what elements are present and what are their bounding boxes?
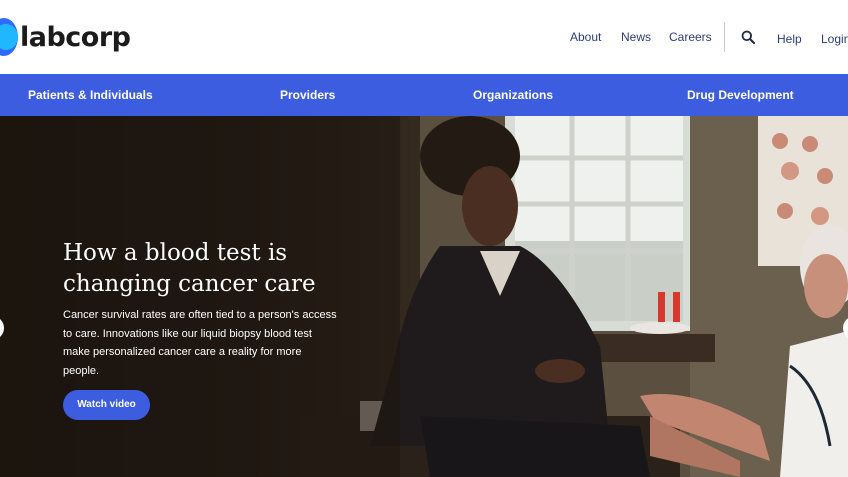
nav-about[interactable]: About xyxy=(570,30,601,44)
mainnav-patients[interactable]: Patients & Individuals xyxy=(28,88,153,102)
labcorp-logo[interactable]: labcorp xyxy=(0,18,131,56)
hero-banner: How a blood test is changing cancer care… xyxy=(0,116,848,477)
watch-video-button[interactable]: Watch video xyxy=(63,390,150,420)
mainnav-providers[interactable]: Providers xyxy=(280,88,335,102)
nav-login[interactable]: Login xyxy=(821,32,848,46)
nav-help[interactable]: Help xyxy=(777,32,802,46)
nav-news[interactable]: News xyxy=(621,30,651,44)
logo-mark-icon xyxy=(0,18,20,56)
hero-title: How a blood test is changing cancer care xyxy=(63,240,316,297)
search-icon[interactable] xyxy=(741,30,755,44)
hero-description: Cancer survival rates are often tied to … xyxy=(63,309,337,377)
mainnav-organizations[interactable]: Organizations xyxy=(473,88,553,102)
nav-careers[interactable]: Careers xyxy=(669,30,712,44)
mainnav-drug-development[interactable]: Drug Development xyxy=(687,88,794,102)
site-header: labcorp About News Careers Help Login xyxy=(0,0,848,74)
main-navigation: Patients & Individuals Providers Organiz… xyxy=(0,74,848,116)
logo-wordmark: labcorp xyxy=(20,21,131,53)
header-divider xyxy=(724,22,725,52)
